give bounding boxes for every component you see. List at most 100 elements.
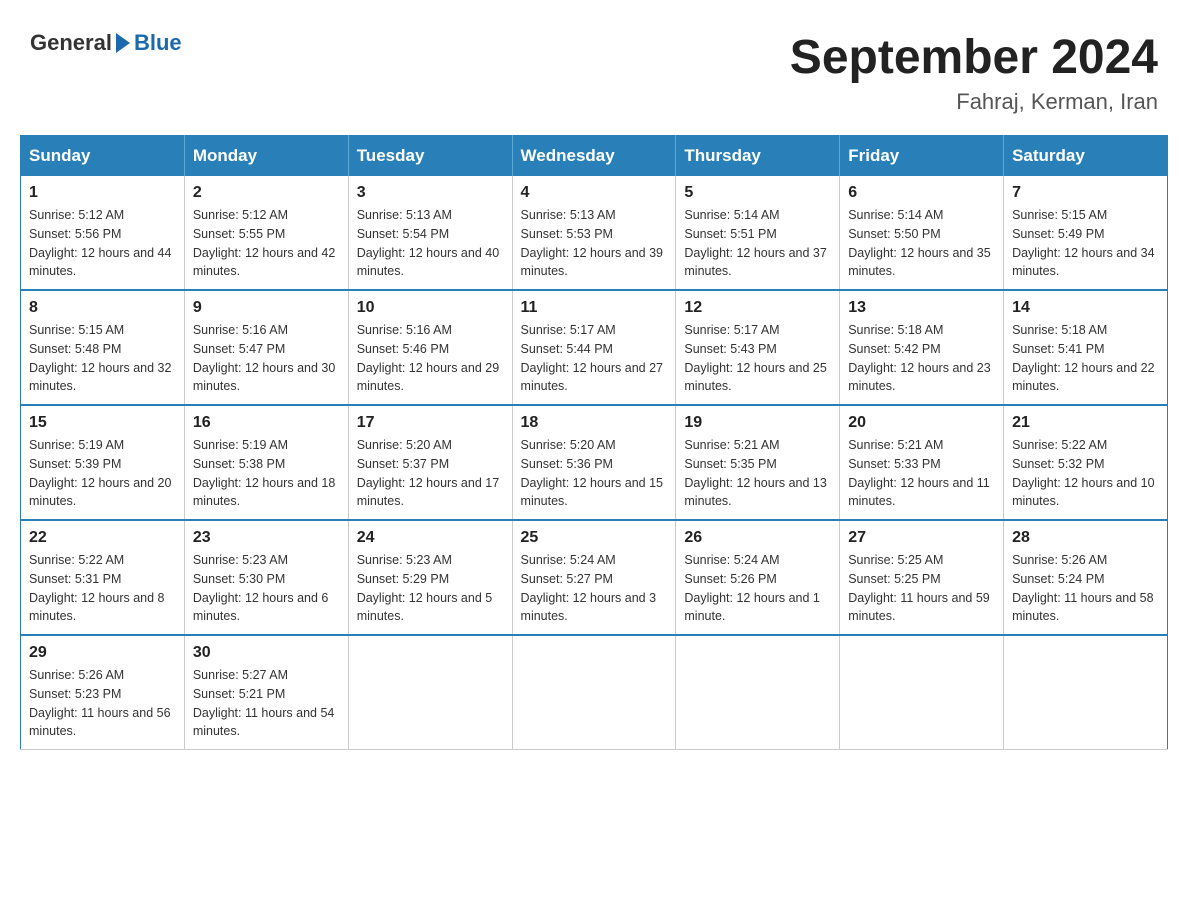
- calendar-cell: 23 Sunrise: 5:23 AMSunset: 5:30 PMDaylig…: [184, 520, 348, 635]
- day-number: 17: [357, 414, 504, 432]
- calendar-cell: 7 Sunrise: 5:15 AMSunset: 5:49 PMDayligh…: [1004, 176, 1168, 290]
- calendar-cell: 9 Sunrise: 5:16 AMSunset: 5:47 PMDayligh…: [184, 290, 348, 405]
- header-cell-sunday: Sunday: [21, 136, 185, 177]
- calendar-cell: 5 Sunrise: 5:14 AMSunset: 5:51 PMDayligh…: [676, 176, 840, 290]
- day-number: 11: [521, 299, 668, 317]
- day-info: Sunrise: 5:17 AMSunset: 5:44 PMDaylight:…: [521, 321, 668, 396]
- calendar-cell: 19 Sunrise: 5:21 AMSunset: 5:35 PMDaylig…: [676, 405, 840, 520]
- header-cell-wednesday: Wednesday: [512, 136, 676, 177]
- logo-triangle-icon: [116, 33, 130, 53]
- day-number: 4: [521, 184, 668, 202]
- day-info: Sunrise: 5:19 AMSunset: 5:38 PMDaylight:…: [193, 436, 340, 511]
- day-info: Sunrise: 5:19 AMSunset: 5:39 PMDaylight:…: [29, 436, 176, 511]
- page-header: General Blue September 2024 Fahraj, Kerm…: [20, 20, 1168, 115]
- calendar-cell: 3 Sunrise: 5:13 AMSunset: 5:54 PMDayligh…: [348, 176, 512, 290]
- calendar-cell: [840, 635, 1004, 750]
- calendar-cell: 21 Sunrise: 5:22 AMSunset: 5:32 PMDaylig…: [1004, 405, 1168, 520]
- calendar-cell: 12 Sunrise: 5:17 AMSunset: 5:43 PMDaylig…: [676, 290, 840, 405]
- calendar-cell: 30 Sunrise: 5:27 AMSunset: 5:21 PMDaylig…: [184, 635, 348, 750]
- logo-general-text: General: [30, 30, 112, 56]
- title-block: September 2024 Fahraj, Kerman, Iran: [790, 30, 1158, 115]
- calendar-cell: 20 Sunrise: 5:21 AMSunset: 5:33 PMDaylig…: [840, 405, 1004, 520]
- header-cell-monday: Monday: [184, 136, 348, 177]
- day-number: 27: [848, 529, 995, 547]
- day-number: 24: [357, 529, 504, 547]
- header-cell-friday: Friday: [840, 136, 1004, 177]
- week-row-1: 1 Sunrise: 5:12 AMSunset: 5:56 PMDayligh…: [21, 176, 1168, 290]
- calendar-table: SundayMondayTuesdayWednesdayThursdayFrid…: [20, 135, 1168, 750]
- day-number: 20: [848, 414, 995, 432]
- day-info: Sunrise: 5:14 AMSunset: 5:51 PMDaylight:…: [684, 206, 831, 281]
- calendar-cell: 16 Sunrise: 5:19 AMSunset: 5:38 PMDaylig…: [184, 405, 348, 520]
- header-cell-saturday: Saturday: [1004, 136, 1168, 177]
- week-row-3: 15 Sunrise: 5:19 AMSunset: 5:39 PMDaylig…: [21, 405, 1168, 520]
- day-number: 6: [848, 184, 995, 202]
- day-info: Sunrise: 5:21 AMSunset: 5:35 PMDaylight:…: [684, 436, 831, 511]
- header-cell-tuesday: Tuesday: [348, 136, 512, 177]
- day-number: 23: [193, 529, 340, 547]
- day-number: 29: [29, 644, 176, 662]
- day-info: Sunrise: 5:26 AMSunset: 5:23 PMDaylight:…: [29, 666, 176, 741]
- calendar-cell: 8 Sunrise: 5:15 AMSunset: 5:48 PMDayligh…: [21, 290, 185, 405]
- header-cell-thursday: Thursday: [676, 136, 840, 177]
- day-number: 12: [684, 299, 831, 317]
- day-info: Sunrise: 5:16 AMSunset: 5:47 PMDaylight:…: [193, 321, 340, 396]
- day-info: Sunrise: 5:18 AMSunset: 5:41 PMDaylight:…: [1012, 321, 1159, 396]
- day-info: Sunrise: 5:22 AMSunset: 5:32 PMDaylight:…: [1012, 436, 1159, 511]
- day-number: 25: [521, 529, 668, 547]
- calendar-cell: 13 Sunrise: 5:18 AMSunset: 5:42 PMDaylig…: [840, 290, 1004, 405]
- day-number: 13: [848, 299, 995, 317]
- calendar-cell: 28 Sunrise: 5:26 AMSunset: 5:24 PMDaylig…: [1004, 520, 1168, 635]
- day-info: Sunrise: 5:15 AMSunset: 5:49 PMDaylight:…: [1012, 206, 1159, 281]
- day-number: 3: [357, 184, 504, 202]
- header-row: SundayMondayTuesdayWednesdayThursdayFrid…: [21, 136, 1168, 177]
- week-row-5: 29 Sunrise: 5:26 AMSunset: 5:23 PMDaylig…: [21, 635, 1168, 750]
- week-row-4: 22 Sunrise: 5:22 AMSunset: 5:31 PMDaylig…: [21, 520, 1168, 635]
- day-number: 22: [29, 529, 176, 547]
- day-number: 18: [521, 414, 668, 432]
- calendar-cell: 10 Sunrise: 5:16 AMSunset: 5:46 PMDaylig…: [348, 290, 512, 405]
- calendar-cell: [512, 635, 676, 750]
- day-info: Sunrise: 5:20 AMSunset: 5:37 PMDaylight:…: [357, 436, 504, 511]
- day-info: Sunrise: 5:24 AMSunset: 5:27 PMDaylight:…: [521, 551, 668, 626]
- calendar-cell: [676, 635, 840, 750]
- calendar-cell: 11 Sunrise: 5:17 AMSunset: 5:44 PMDaylig…: [512, 290, 676, 405]
- calendar-cell: 15 Sunrise: 5:19 AMSunset: 5:39 PMDaylig…: [21, 405, 185, 520]
- calendar-cell: 18 Sunrise: 5:20 AMSunset: 5:36 PMDaylig…: [512, 405, 676, 520]
- logo-blue-text: Blue: [134, 30, 182, 56]
- day-info: Sunrise: 5:16 AMSunset: 5:46 PMDaylight:…: [357, 321, 504, 396]
- calendar-cell: 29 Sunrise: 5:26 AMSunset: 5:23 PMDaylig…: [21, 635, 185, 750]
- day-info: Sunrise: 5:27 AMSunset: 5:21 PMDaylight:…: [193, 666, 340, 741]
- day-info: Sunrise: 5:12 AMSunset: 5:55 PMDaylight:…: [193, 206, 340, 281]
- day-number: 19: [684, 414, 831, 432]
- calendar-cell: 26 Sunrise: 5:24 AMSunset: 5:26 PMDaylig…: [676, 520, 840, 635]
- calendar-cell: [1004, 635, 1168, 750]
- day-number: 10: [357, 299, 504, 317]
- day-info: Sunrise: 5:13 AMSunset: 5:53 PMDaylight:…: [521, 206, 668, 281]
- day-number: 8: [29, 299, 176, 317]
- day-number: 5: [684, 184, 831, 202]
- day-info: Sunrise: 5:25 AMSunset: 5:25 PMDaylight:…: [848, 551, 995, 626]
- calendar-subtitle: Fahraj, Kerman, Iran: [790, 89, 1158, 115]
- week-row-2: 8 Sunrise: 5:15 AMSunset: 5:48 PMDayligh…: [21, 290, 1168, 405]
- day-info: Sunrise: 5:14 AMSunset: 5:50 PMDaylight:…: [848, 206, 995, 281]
- day-number: 9: [193, 299, 340, 317]
- calendar-cell: 17 Sunrise: 5:20 AMSunset: 5:37 PMDaylig…: [348, 405, 512, 520]
- calendar-cell: 27 Sunrise: 5:25 AMSunset: 5:25 PMDaylig…: [840, 520, 1004, 635]
- day-number: 28: [1012, 529, 1159, 547]
- day-number: 14: [1012, 299, 1159, 317]
- calendar-cell: 24 Sunrise: 5:23 AMSunset: 5:29 PMDaylig…: [348, 520, 512, 635]
- day-number: 16: [193, 414, 340, 432]
- day-info: Sunrise: 5:15 AMSunset: 5:48 PMDaylight:…: [29, 321, 176, 396]
- calendar-cell: 6 Sunrise: 5:14 AMSunset: 5:50 PMDayligh…: [840, 176, 1004, 290]
- day-number: 26: [684, 529, 831, 547]
- day-info: Sunrise: 5:26 AMSunset: 5:24 PMDaylight:…: [1012, 551, 1159, 626]
- day-info: Sunrise: 5:22 AMSunset: 5:31 PMDaylight:…: [29, 551, 176, 626]
- day-info: Sunrise: 5:24 AMSunset: 5:26 PMDaylight:…: [684, 551, 831, 626]
- day-info: Sunrise: 5:17 AMSunset: 5:43 PMDaylight:…: [684, 321, 831, 396]
- calendar-cell: 4 Sunrise: 5:13 AMSunset: 5:53 PMDayligh…: [512, 176, 676, 290]
- day-number: 21: [1012, 414, 1159, 432]
- day-number: 30: [193, 644, 340, 662]
- calendar-cell: 25 Sunrise: 5:24 AMSunset: 5:27 PMDaylig…: [512, 520, 676, 635]
- day-number: 1: [29, 184, 176, 202]
